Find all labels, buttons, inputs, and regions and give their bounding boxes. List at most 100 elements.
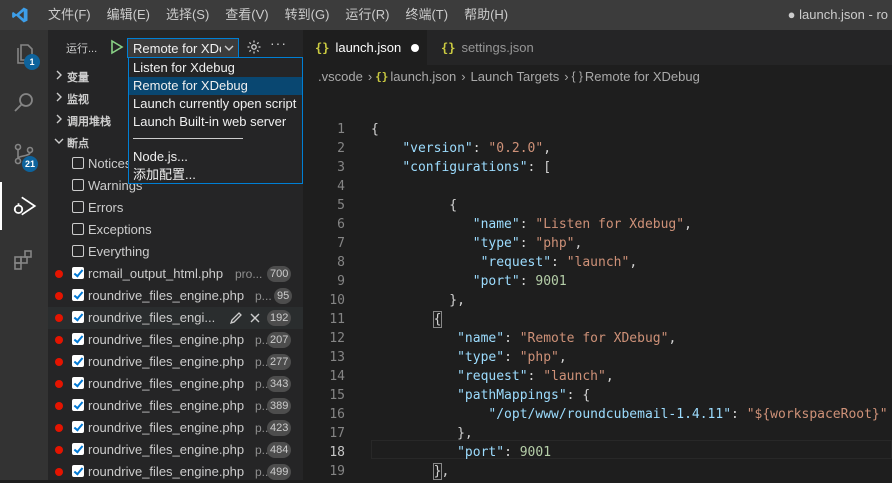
menu-selection[interactable]: 选择(S) <box>158 0 217 30</box>
breakpoint-row[interactable]: roundrive_files_engine.php p... 423 <box>48 417 303 439</box>
code-line: 10 }, <box>303 291 892 310</box>
line-number: 13 <box>329 350 345 365</box>
run-debug-button[interactable] <box>0 182 48 230</box>
dropdown-option[interactable]: Listen for Xdebug <box>129 59 302 77</box>
menu-go[interactable]: 转到(G) <box>277 0 338 30</box>
breakpoint-row[interactable]: roundrive_files_engine.php p... 207 <box>48 329 303 351</box>
dropdown-option[interactable]: Launch Built-in web server <box>129 113 302 131</box>
search-button[interactable] <box>0 78 48 126</box>
exception-breakpoint-row[interactable]: Exceptions <box>48 219 303 241</box>
menu-help[interactable]: 帮助(H) <box>456 0 516 30</box>
exception-breakpoint-row[interactable]: Errors <box>48 197 303 219</box>
edit-icon[interactable] <box>229 311 243 325</box>
code-line: 8 "request": "launch", <box>303 253 892 272</box>
checkbox[interactable] <box>72 267 84 279</box>
checkbox[interactable] <box>72 179 84 191</box>
exception-label: Errors <box>88 200 124 215</box>
close-icon[interactable] <box>249 312 261 324</box>
breakpoint-row[interactable]: roundrive_files_engine.php p... 484 <box>48 439 303 461</box>
source-control-badge: 21 <box>22 156 38 172</box>
breakpoint-dot-icon <box>55 314 63 322</box>
breakpoint-line-badge: 343 <box>267 376 292 392</box>
line-number: 4 <box>337 179 345 194</box>
breakpoint-row[interactable]: roundrive_files_engine.php p... 95 <box>48 285 303 307</box>
chevron-right-icon <box>56 70 62 80</box>
breakpoint-row[interactable]: roundrive_files_engine.php p... 277 <box>48 351 303 373</box>
checkbox[interactable] <box>72 311 84 323</box>
menu-run[interactable]: 运行(R) <box>337 0 397 30</box>
code-line: 2 "version": "0.2.0", <box>303 139 892 158</box>
breakpoint-dot-icon <box>55 424 63 432</box>
breakpoint-file: roundrive_files_engine.php <box>88 354 245 369</box>
breakpoint-row[interactable]: rcmail_output_html.php pro... 700 <box>48 263 303 285</box>
menu-terminal[interactable]: 终端(T) <box>397 0 456 30</box>
extensions-button[interactable] <box>0 236 48 284</box>
exception-breakpoint-row[interactable]: Everything <box>48 241 303 263</box>
start-debugging-icon[interactable] <box>110 39 124 55</box>
breakpoint-row[interactable]: roundrive_files_engi... 192 <box>48 307 303 329</box>
json-icon: {} <box>441 40 456 55</box>
breakpoints-label: 断点 <box>67 138 89 150</box>
checkbox[interactable] <box>72 377 84 389</box>
activity-bar: 1 21 <box>0 30 48 480</box>
chevron-down-icon <box>54 138 64 144</box>
breakpoint-file: roundrive_files_engine.php <box>88 376 245 391</box>
checkbox[interactable] <box>72 355 84 367</box>
code-editor[interactable]: 1{ 2 "version": "0.2.0", 3 "configuratio… <box>303 87 892 480</box>
line-number: 2 <box>337 141 345 156</box>
unsaved-dot-icon[interactable] <box>411 43 420 52</box>
breakpoint-row[interactable]: roundrive_files_engine.php p... 343 <box>48 373 303 395</box>
code-line: 16 "/opt/www/roundcubemail-1.4.11": "${w… <box>303 405 892 424</box>
breakpoint-dot-icon <box>55 380 63 388</box>
extensions-icon <box>14 250 32 270</box>
breadcrumb-item[interactable]: .vscode <box>318 69 363 84</box>
checkbox[interactable] <box>72 399 84 411</box>
launch-config-dropdown: Listen for Xdebug Remote for XDebug Laun… <box>128 57 303 184</box>
dropdown-option[interactable]: Launch currently open script <box>129 95 302 113</box>
breakpoint-line-badge: 207 <box>267 332 292 348</box>
menu-file[interactable]: 文件(F) <box>40 0 99 30</box>
breadcrumb-item[interactable]: Launch Targets <box>471 69 560 84</box>
more-actions-icon[interactable]: ··· <box>270 35 287 51</box>
checkbox[interactable] <box>72 223 84 235</box>
object-icon: { } <box>571 69 583 83</box>
breakpoint-dot-icon <box>55 358 63 366</box>
breakpoint-row[interactable]: roundrive_files_engine.php p... 389 <box>48 395 303 417</box>
menu-edit[interactable]: 编辑(E) <box>99 0 158 30</box>
code-line: 13 "type": "php", <box>303 348 892 367</box>
run-label: 运行... <box>66 43 98 55</box>
dropdown-option-selected[interactable]: Remote for XDebug <box>129 77 302 95</box>
explorer-button[interactable]: 1 <box>0 30 48 78</box>
code-line: 1{ <box>303 120 892 139</box>
line-number: 6 <box>337 217 345 232</box>
code-line: 14 "request": "launch", <box>303 367 892 386</box>
dropdown-option[interactable]: 添加配置... <box>129 166 302 184</box>
checkbox[interactable] <box>72 333 84 345</box>
menu-view[interactable]: 查看(V) <box>217 0 276 30</box>
launch-config-select[interactable]: Remote for XDebug <box>127 38 239 58</box>
breakpoint-line-badge: 423 <box>267 420 292 436</box>
code-line: 3 "configurations": [ <box>303 158 892 177</box>
checkbox[interactable] <box>72 201 84 213</box>
tab-settings-json[interactable]: {} settings.json <box>429 30 549 65</box>
code-line: 19 }, <box>303 462 892 480</box>
line-number: 15 <box>329 388 345 403</box>
gear-icon[interactable] <box>246 39 262 55</box>
breadcrumb-item[interactable]: launch.json <box>390 69 456 84</box>
code-line: 12 "name": "Remote for XDebug", <box>303 329 892 348</box>
checkbox[interactable] <box>72 245 84 257</box>
code-line: 6 "name": "Listen for Xdebug", <box>303 215 892 234</box>
callstack-label: 调用堆栈 <box>67 116 111 128</box>
exception-label: Notices <box>88 156 132 171</box>
checkbox[interactable] <box>72 465 84 477</box>
checkbox[interactable] <box>72 443 84 455</box>
breakpoint-file: roundrive_files_engine.php <box>88 420 245 435</box>
source-control-button[interactable]: 21 <box>0 130 48 178</box>
line-number: 7 <box>337 236 345 251</box>
checkbox[interactable] <box>72 289 84 301</box>
checkbox[interactable] <box>72 421 84 433</box>
tab-launch-json[interactable]: {} launch.json <box>303 30 427 65</box>
breadcrumb-item[interactable]: Remote for XDebug <box>585 69 700 84</box>
checkbox[interactable] <box>72 157 84 169</box>
dropdown-option[interactable]: Node.js... <box>129 148 302 166</box>
